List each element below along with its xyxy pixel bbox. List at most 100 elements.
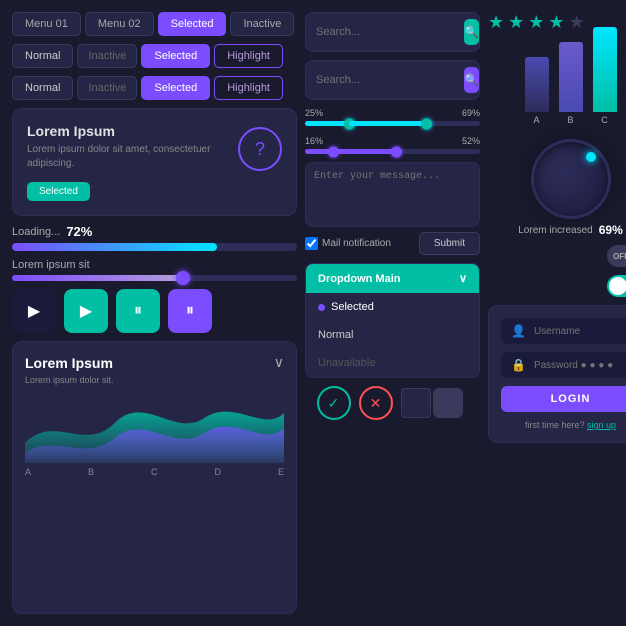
dropdown-header[interactable]: Dropdown Main ∨ <box>306 264 479 293</box>
loading-label: Loading... <box>12 226 60 238</box>
button-row-1: Normal Inactive Selected Highlight <box>12 44 297 68</box>
square-icon[interactable] <box>401 388 431 418</box>
lock-icon: 🔒 <box>511 358 526 372</box>
search-button-2[interactable]: 🔍 <box>464 67 479 93</box>
slider-thumb[interactable] <box>176 271 190 285</box>
card-icon: ? <box>238 127 282 171</box>
chart-collapse-icon[interactable]: ∨ <box>274 354 284 371</box>
toggle-on[interactable]: ON <box>607 275 626 297</box>
star-3[interactable]: ★ <box>528 12 544 33</box>
bar-chart: A B C <box>519 41 623 131</box>
range-left-1: 25% <box>305 108 323 118</box>
chart-card: Lorem Ipsum ∨ Lorem ipsum dolor sit. <box>12 341 297 614</box>
chart-area <box>25 393 284 463</box>
toggle-off-label: OFF <box>613 252 626 261</box>
range-right-2: 52% <box>462 136 480 146</box>
tab-bar: Menu 01 Menu 02 Selected Inactive <box>12 12 297 36</box>
btn-highlight-1[interactable]: Highlight <box>214 44 283 68</box>
search-box-1: 🔍 <box>305 12 480 52</box>
close-icon[interactable]: ✕ <box>359 386 393 420</box>
btn-inactive-1[interactable]: Inactive <box>77 44 137 68</box>
submit-button[interactable]: Submit <box>419 232 480 255</box>
btn-selected-2[interactable]: Selected <box>141 76 210 100</box>
knob-label: Lorem increased <box>518 225 592 236</box>
bar-a: A <box>525 57 549 125</box>
slider-track[interactable] <box>12 275 297 281</box>
message-form: Mail notification Submit <box>305 162 480 255</box>
left-column: Menu 01 Menu 02 Selected Inactive Normal… <box>12 12 297 614</box>
tab-inactive[interactable]: Inactive <box>230 12 294 36</box>
loading-percent: 72% <box>66 224 92 239</box>
signup-link[interactable]: sign up <box>587 420 616 430</box>
toggle-off[interactable]: OFF <box>607 245 626 267</box>
knob-value: 69% <box>599 223 623 237</box>
card-body: Lorem ipsum dolor sit amet, consectetuer… <box>27 143 228 171</box>
username-input[interactable] <box>534 326 626 337</box>
dropdown: Dropdown Main ∨ Selected Normal Unavaila… <box>305 263 480 378</box>
message-textarea[interactable] <box>305 162 480 227</box>
password-input[interactable] <box>534 360 626 371</box>
range-labels-1: 25% 69% <box>305 108 480 118</box>
toggle-row-on: ON <box>488 275 626 297</box>
star-4[interactable]: ★ <box>548 12 564 33</box>
button-row-2: Normal Inactive Selected Highlight <box>12 76 297 100</box>
slider-section: Lorem ipsum sit <box>12 259 297 281</box>
star-5[interactable]: ★ <box>569 12 585 33</box>
tab-selected[interactable]: Selected <box>158 12 227 36</box>
mail-notification-label[interactable]: Mail notification <box>305 237 391 250</box>
range-section: 25% 69% 16% 52% <box>305 108 480 154</box>
dropdown-item-selected[interactable]: Selected <box>306 293 479 321</box>
form-footer: Mail notification Submit <box>305 232 480 255</box>
pause-purple-button[interactable]: ⏸ <box>168 289 212 333</box>
dropdown-chevron-icon: ∨ <box>459 272 467 285</box>
mail-notification-checkbox[interactable] <box>305 237 318 250</box>
middle-column: 🔍 🔍 25% 69% 16% <box>305 12 480 614</box>
bar-chart-section: A B C <box>488 41 626 131</box>
dropdown-item-normal[interactable]: Normal <box>306 321 479 349</box>
chart-header: Lorem Ipsum ∨ <box>25 354 284 371</box>
tab-menu01[interactable]: Menu 01 <box>12 12 81 36</box>
btn-highlight-2[interactable]: Highlight <box>214 76 283 100</box>
search-button-1[interactable]: 🔍 <box>464 19 479 45</box>
range-left-2: 16% <box>305 136 323 146</box>
check-icon[interactable]: ✓ <box>317 386 351 420</box>
btn-selected-1[interactable]: Selected <box>141 44 210 68</box>
chart-subtitle: Lorem ipsum dolor sit. <box>25 375 284 385</box>
dropdown-dot <box>318 304 325 311</box>
btn-normal-1[interactable]: Normal <box>12 44 73 68</box>
star-2[interactable]: ★ <box>508 12 524 33</box>
card-text: Lorem Ipsum Lorem ipsum dolor sit amet, … <box>27 123 228 201</box>
btn-inactive-2[interactable]: Inactive <box>77 76 137 100</box>
range-row-1: 25% 69% <box>305 108 480 126</box>
btn-normal-2[interactable]: Normal <box>12 76 73 100</box>
range-track-1[interactable] <box>305 121 480 126</box>
star-1[interactable]: ★ <box>488 12 504 33</box>
search-input-1[interactable] <box>316 26 458 38</box>
user-icon: 👤 <box>511 324 526 338</box>
tab-menu02[interactable]: Menu 02 <box>85 12 154 36</box>
login-form: 👤 🔒 LOGIN first time here? sign up <box>488 305 626 443</box>
range-track-2[interactable] <box>305 149 480 154</box>
search-input-2[interactable] <box>316 74 458 86</box>
play-teal-button[interactable]: ▶ <box>64 289 108 333</box>
range-row-2: 16% 52% <box>305 136 480 154</box>
password-field: 🔒 <box>501 352 626 378</box>
overlap-square-icon[interactable] <box>433 388 463 418</box>
bar-c: C <box>593 27 617 125</box>
knob[interactable] <box>531 139 611 219</box>
card-selected-button[interactable]: Selected <box>27 182 90 201</box>
dropdown-title: Dropdown Main <box>318 273 401 285</box>
slider-fill <box>12 275 183 281</box>
login-button[interactable]: LOGIN <box>501 386 626 412</box>
media-controls: ▶ ▶ ⏸ ⏸ <box>12 289 297 333</box>
card-title: Lorem Ipsum <box>27 123 228 139</box>
info-card: Lorem Ipsum Lorem ipsum dolor sit amet, … <box>12 108 297 216</box>
progress-track <box>12 243 297 251</box>
bar-b: B <box>559 42 583 125</box>
play-dark-button[interactable]: ▶ <box>12 289 56 333</box>
pause-teal-button[interactable]: ⏸ <box>116 289 160 333</box>
chart-title: Lorem Ipsum <box>25 355 113 371</box>
chart-labels: A B C D E <box>25 467 284 477</box>
toggle-on-knob <box>609 277 626 295</box>
toggles-section: OFF ON <box>488 245 626 297</box>
